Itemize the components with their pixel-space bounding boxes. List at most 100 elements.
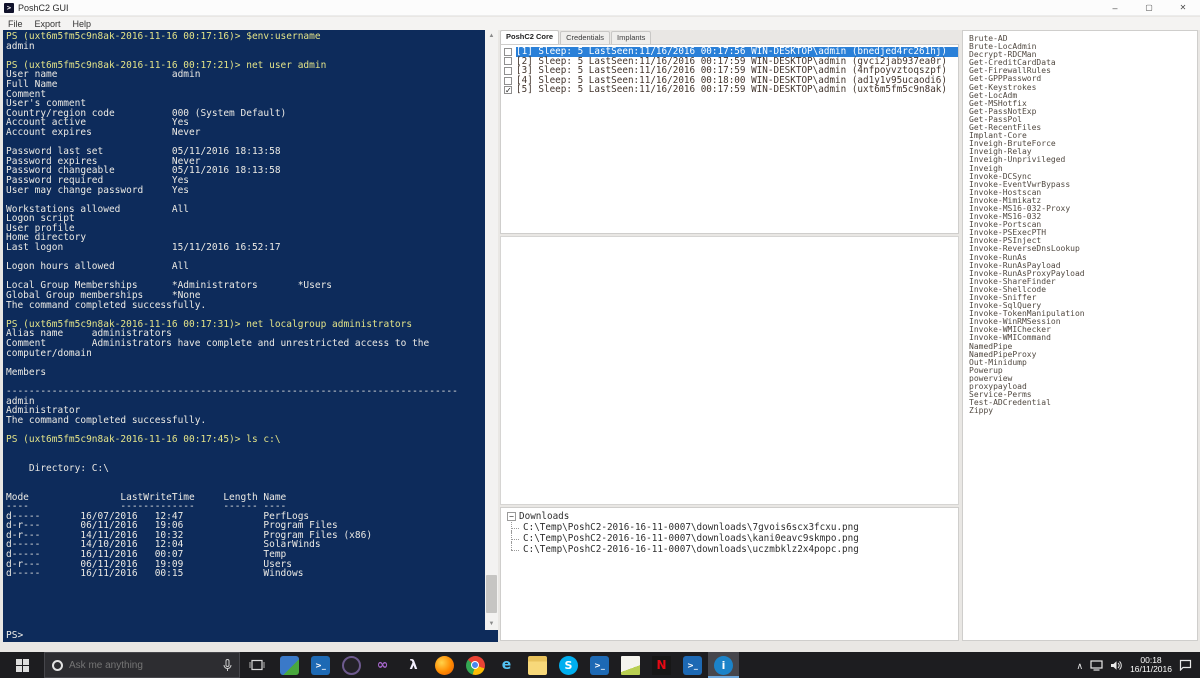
notes-page-icon[interactable] — [615, 652, 646, 678]
console-line: The command completed successfully. — [6, 301, 484, 311]
console-output: PS (uxt6m5fm5c9n8ak-2016-11-16 00:17:16)… — [6, 32, 484, 579]
console-line: Full Name — [6, 80, 484, 90]
implant-checkbox[interactable] — [504, 86, 512, 94]
powershell-icon[interactable]: >_ — [305, 652, 336, 678]
tab-strip: PoshC2 CoreCredentialsImplants — [500, 30, 651, 44]
title-bar: > PoshC2 GUI — [0, 0, 1200, 16]
download-item[interactable]: C:\Temp\PoshC2-2016-16-11-0007\downloads… — [511, 544, 958, 555]
visual-studio-icon[interactable]: ∞ — [367, 652, 398, 678]
implant-checkbox[interactable] — [504, 77, 512, 85]
implant-list: [1] Sleep: 5 LastSeen:11/16/2016 00:17:5… — [500, 44, 959, 234]
task-view-button[interactable] — [240, 652, 274, 678]
cortana-icon — [52, 660, 63, 671]
volume-icon[interactable] — [1110, 660, 1123, 671]
firefox-icon[interactable] — [429, 652, 460, 678]
scroll-down-icon[interactable] — [485, 618, 498, 630]
poshc2-info-icon-glyph: i — [714, 656, 733, 675]
tree-branch-icon — [511, 544, 523, 555]
console-line: computer/domain — [6, 349, 484, 359]
console-line: Last logon 15/11/2016 16:52:17 — [6, 243, 484, 253]
tab-poshc2-core[interactable]: PoshC2 Core — [500, 30, 559, 44]
action-center-icon[interactable] — [1179, 659, 1192, 671]
module-item[interactable]: Inveigh-Unprivileged — [969, 156, 1197, 164]
skype-icon[interactable]: S — [553, 652, 584, 678]
powershell-icon-2-glyph: >_ — [590, 656, 609, 675]
taskbar: >_ ∞ λ e S >_ N >_ i 00:18 16/11/2016 — [0, 652, 1200, 678]
microphone-icon[interactable] — [223, 659, 232, 672]
notes-page-icon-glyph — [621, 656, 640, 675]
console-scrollbar[interactable] — [485, 30, 498, 630]
netflix-icon[interactable]: N — [646, 652, 677, 678]
skype-icon-glyph: S — [559, 656, 578, 675]
internet-explorer-icon[interactable]: e — [491, 652, 522, 678]
console-line: User name admin — [6, 70, 484, 80]
cortana-search[interactable] — [44, 652, 240, 678]
dark-circle-app-icon[interactable] — [336, 652, 367, 678]
lock-app-icon[interactable] — [274, 652, 305, 678]
powershell-icon-glyph: >_ — [311, 656, 330, 675]
detail-panel-empty — [500, 236, 959, 505]
tree-branch-icon — [511, 533, 523, 544]
implant-checkbox[interactable] — [504, 67, 512, 75]
network-icon[interactable] — [1090, 660, 1103, 671]
scroll-up-icon[interactable] — [485, 30, 498, 42]
file-explorer-icon[interactable] — [522, 652, 553, 678]
implant-row[interactable]: [5] Sleep: 5 LastSeen:11/16/2016 00:17:5… — [504, 85, 958, 95]
menu-export[interactable]: Export — [35, 19, 61, 29]
start-button[interactable] — [0, 652, 44, 678]
tab-credentials[interactable]: Credentials — [560, 31, 610, 44]
powershell-icon-2[interactable]: >_ — [584, 652, 615, 678]
console-line: Members — [6, 368, 484, 378]
lambda-icon[interactable]: λ — [398, 652, 429, 678]
download-path: C:\Temp\PoshC2-2016-16-11-0007\downloads… — [523, 544, 859, 555]
implant-checkbox[interactable] — [504, 48, 512, 56]
menu-help[interactable]: Help — [73, 19, 92, 29]
lambda-icon-glyph: λ — [404, 656, 423, 675]
downloads-root[interactable]: Downloads — [507, 511, 958, 522]
dark-circle-app-icon-glyph — [342, 656, 361, 675]
netflix-icon-glyph: N — [652, 656, 671, 675]
module-item[interactable]: Zippy — [969, 407, 1197, 415]
taskbar-clock[interactable]: 00:18 16/11/2016 — [1130, 656, 1172, 674]
app-icon: > — [4, 3, 14, 13]
module-item[interactable]: Test-ADCredential — [969, 399, 1197, 407]
scrollbar-thumb[interactable] — [486, 575, 497, 613]
maximize-button[interactable] — [1132, 0, 1166, 15]
tree-branch-icon — [511, 522, 523, 533]
system-tray: 00:18 16/11/2016 — [1076, 652, 1200, 678]
clock-date: 16/11/2016 — [1130, 665, 1172, 674]
search-input[interactable] — [69, 660, 217, 671]
menu-file[interactable]: File — [8, 19, 23, 29]
console-prompt: PS> — [6, 631, 23, 641]
minimize-button[interactable] — [1098, 0, 1132, 15]
download-item[interactable]: C:\Temp\PoshC2-2016-16-11-0007\downloads… — [511, 533, 958, 544]
module-list: Brute-ADBrute-LocAdminDecrypt-RDCManGet-… — [962, 30, 1198, 641]
tray-chevron-icon[interactable] — [1076, 656, 1083, 674]
poshc2-info-icon[interactable]: i — [708, 652, 739, 678]
console-line: Workstations allowed All — [6, 205, 484, 215]
internet-explorer-icon-glyph: e — [497, 656, 516, 675]
file-explorer-icon-glyph — [528, 656, 547, 675]
chrome-icon-glyph — [466, 656, 485, 675]
center-panel: PoshC2 CoreCredentialsImplants [1] Sleep… — [500, 30, 960, 642]
console-line: PS (uxt6m5fm5c9n8ak-2016-11-16 00:17:16)… — [6, 32, 484, 42]
implant-checkbox[interactable] — [504, 57, 512, 65]
visual-studio-icon-glyph: ∞ — [373, 656, 392, 675]
window-controls — [1098, 0, 1200, 15]
firefox-icon-glyph — [435, 656, 454, 675]
taskbar-apps: >_ ∞ λ e S >_ N >_ i — [274, 652, 739, 678]
powershell-icon-3[interactable]: >_ — [677, 652, 708, 678]
console-line: d----- 16/11/2016 00:15 Windows — [6, 569, 484, 579]
module-item[interactable]: Out-Minidump — [969, 359, 1197, 367]
menu-bar: File Export Help — [0, 17, 1200, 30]
tab-implants[interactable]: Implants — [611, 31, 651, 44]
downloads-panel: Downloads C:\Temp\PoshC2-2016-16-11-0007… — [500, 507, 959, 641]
console-line: User may change password Yes — [6, 186, 484, 196]
console-input-row[interactable]: PS> — [6, 631, 484, 641]
download-item[interactable]: C:\Temp\PoshC2-2016-16-11-0007\downloads… — [511, 522, 958, 533]
chrome-icon[interactable] — [460, 652, 491, 678]
download-path: C:\Temp\PoshC2-2016-16-11-0007\downloads… — [523, 522, 859, 533]
console-line: Directory: C:\ — [6, 464, 484, 474]
close-button[interactable] — [1166, 0, 1200, 15]
console-line: Account expires Never — [6, 128, 484, 138]
